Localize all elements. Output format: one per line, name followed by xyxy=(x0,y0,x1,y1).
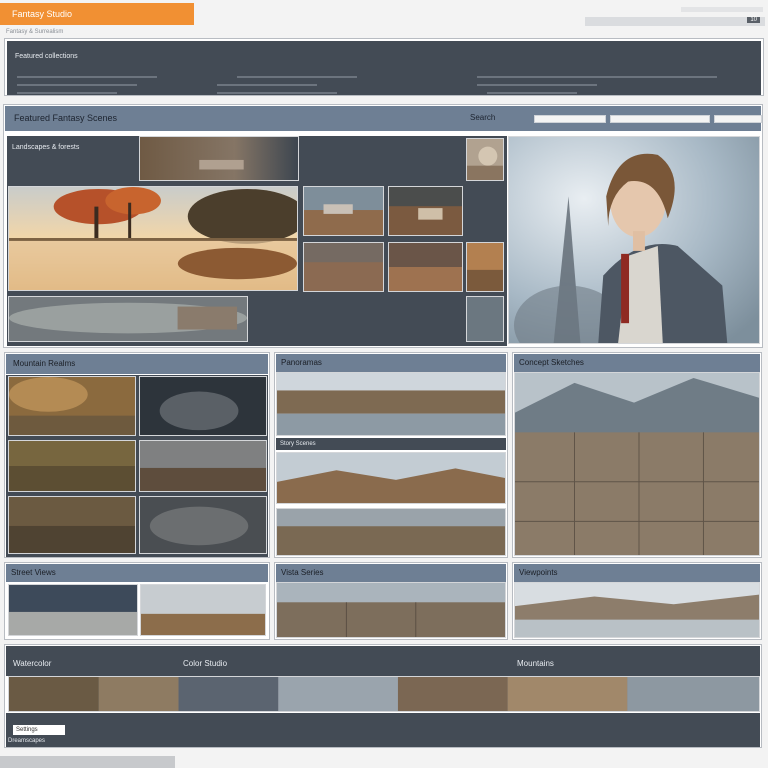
bottom-label-2: Color Studio xyxy=(183,659,228,668)
viewpoint-thumb[interactable] xyxy=(514,582,760,638)
top-right-control[interactable]: 10 xyxy=(585,17,765,26)
vista-block-title: Vista Series xyxy=(281,568,324,577)
landscape-block-title: Mountain Realms xyxy=(13,359,76,368)
street-thumb-2[interactable] xyxy=(140,584,266,636)
gallery-thumb-village-1[interactable] xyxy=(303,186,384,236)
viewpoint-block-title: Viewpoints xyxy=(519,568,558,577)
bottom-caption: Settings xyxy=(16,727,38,733)
gallery-thumb-small-2[interactable] xyxy=(466,242,504,292)
featured-portrait[interactable] xyxy=(508,136,760,344)
left-gallery-title: Landscapes & forests xyxy=(12,144,80,151)
mountain-block-title: Concept Sketches xyxy=(519,358,584,367)
gallery-thumb-small-3[interactable] xyxy=(466,296,504,342)
app-title: Fantasy Studio xyxy=(12,9,73,19)
search-field-2[interactable] xyxy=(610,115,710,123)
landscape-thumb-5[interactable] xyxy=(8,496,136,554)
top-banner-title: Featured collections xyxy=(15,53,78,60)
gallery-thumb-village-4[interactable] xyxy=(388,242,463,292)
search-field-3[interactable] xyxy=(714,115,762,123)
panorama-strip-1-label: Story Scenes xyxy=(280,441,316,447)
panorama-thumb-2[interactable] xyxy=(276,452,506,504)
bottom-filmstrip[interactable] xyxy=(8,676,760,712)
main-search-label: Search xyxy=(470,113,496,122)
gallery-thumb-autumn-lake[interactable] xyxy=(8,186,298,291)
panorama-thumb-3[interactable] xyxy=(276,508,506,556)
bottom-caption-box[interactable]: Settings xyxy=(13,725,65,735)
landscape-thumb-4[interactable] xyxy=(139,440,267,492)
landscape-thumb-1[interactable] xyxy=(8,376,136,436)
gallery-thumb-mist[interactable] xyxy=(8,296,248,342)
main-gallery-title: Featured Fantasy Scenes xyxy=(14,113,118,123)
bottom-bar-header xyxy=(6,646,760,676)
top-right-value: 10 xyxy=(747,17,760,23)
vista-thumb[interactable] xyxy=(276,582,506,638)
street-block-title: Street Views xyxy=(11,568,56,577)
app-title-tab[interactable]: Fantasy Studio xyxy=(0,3,194,25)
mountain-thumb[interactable] xyxy=(514,372,760,556)
bottom-tab[interactable] xyxy=(0,756,175,768)
landscape-thumb-3[interactable] xyxy=(8,440,136,492)
gallery-thumb-village-2[interactable] xyxy=(388,186,463,236)
top-banner: Featured collections xyxy=(4,38,764,96)
bottom-bar-footer xyxy=(6,713,760,747)
app-subtitle: Fantasy & Surrealism xyxy=(6,29,64,35)
street-thumb-1[interactable] xyxy=(8,584,138,636)
search-field-1[interactable] xyxy=(534,115,606,123)
gallery-thumb-village-3[interactable] xyxy=(303,242,384,292)
gallery-thumb-banner[interactable] xyxy=(139,136,299,181)
bottom-label-1: Watercolor xyxy=(13,659,52,668)
bottom-label-3: Mountains xyxy=(517,659,554,668)
panorama-block-title: Panoramas xyxy=(281,358,322,367)
panorama-thumb-1[interactable] xyxy=(276,372,506,436)
landscape-thumb-6[interactable] xyxy=(139,496,267,554)
landscape-thumb-2[interactable] xyxy=(139,376,267,436)
bottom-dreamscapes: Dreamscapes xyxy=(8,738,46,744)
top-right-bar xyxy=(681,7,763,12)
gallery-thumb-small-top[interactable] xyxy=(466,138,504,181)
